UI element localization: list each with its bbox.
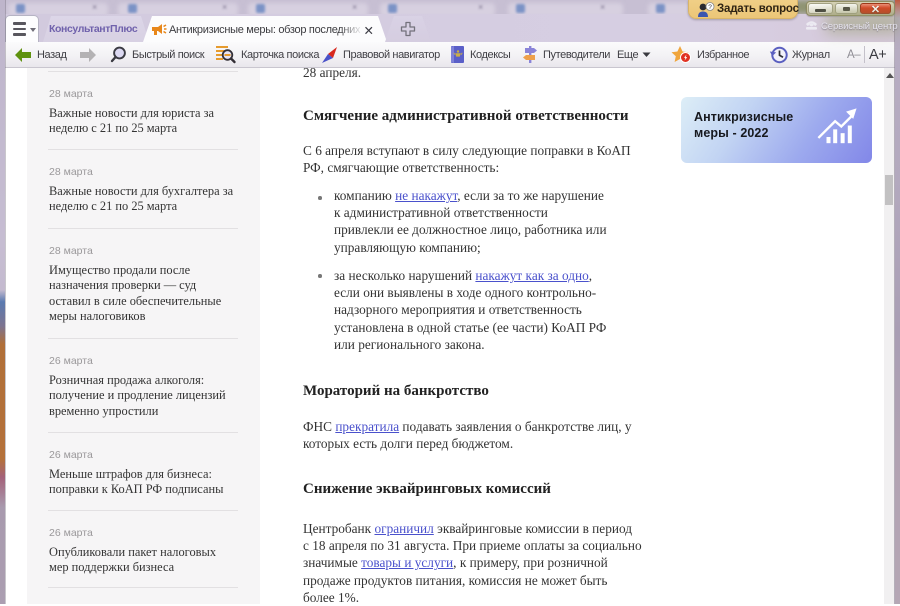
svg-text:?: ? — [708, 4, 712, 11]
